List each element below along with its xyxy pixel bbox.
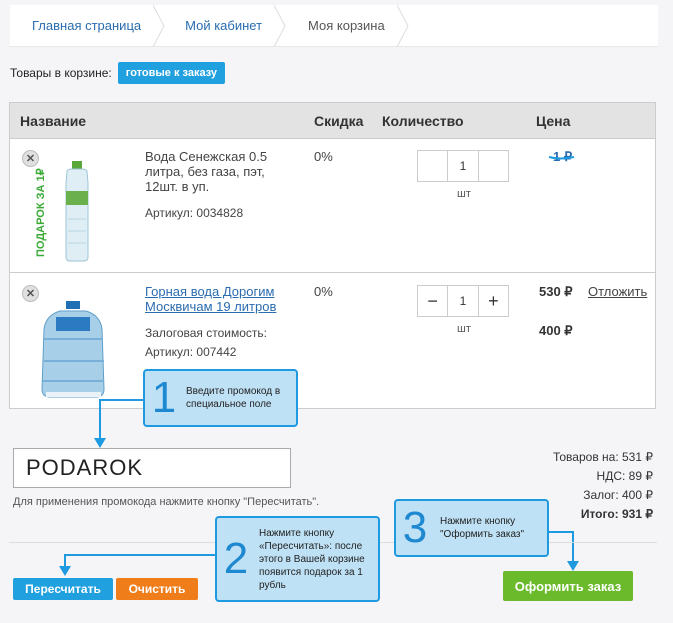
- breadcrumb-separator: [153, 4, 165, 47]
- quantity-unit: шт: [457, 323, 471, 335]
- water-bottle-image: ПОДАРОК ЗА 1₽: [35, 161, 89, 262]
- promo-hint: Для применения промокода нажмите кнопку …: [13, 496, 320, 508]
- callout-text: Введите промокод в специальное поле: [186, 386, 281, 410]
- gift-label: ПОДАРОК ЗА 1₽: [35, 168, 47, 257]
- product-price: 1 ₽: [553, 149, 573, 164]
- breadcrumb-cabinet-label[interactable]: Мой кабинет: [185, 18, 262, 33]
- quantity-plus-button[interactable]: +: [479, 286, 508, 316]
- status-badge[interactable]: готовые к заказу: [117, 62, 226, 84]
- breadcrumb-home[interactable]: Главная страница: [10, 5, 153, 47]
- cart-table: Название Скидка Количество Цена ✕ ПОДАРО…: [9, 102, 656, 409]
- callout-text: Нажмите кнопку «Пересчитать»: после этог…: [259, 527, 365, 591]
- breadcrumb-current: Моя корзина: [286, 5, 397, 47]
- header-quantity: Количество: [382, 113, 464, 129]
- product-discount: 0%: [314, 284, 333, 299]
- cart-status-label: Товары в корзине:: [10, 66, 112, 80]
- header-name: Название: [20, 113, 87, 129]
- table-header: Название Скидка Количество Цена: [10, 103, 655, 139]
- breadcrumb-separator: [396, 4, 409, 47]
- grand-total-value: 931 ₽: [622, 507, 653, 521]
- callout-step-1: 1 Введите промокод в специальное поле: [143, 369, 298, 427]
- goods-total-value: 531 ₽: [622, 450, 653, 464]
- product-discount: 0%: [314, 149, 333, 164]
- header-price: Цена: [536, 113, 571, 129]
- callout-step-2: 2 Нажмите кнопку «Пересчитать»: после эт…: [215, 516, 380, 602]
- callout-number: 1: [151, 373, 177, 422]
- product-article: Артикул: 0034828: [145, 206, 244, 220]
- deposit-label: Залоговая стоимость:: [145, 326, 268, 340]
- quantity-stepper: 1: [417, 150, 509, 182]
- header-discount: Скидка: [314, 113, 364, 129]
- table-row: ✕ ПОДАРОК ЗА 1₽ Вода Сенежская 0.5 литра…: [10, 139, 655, 273]
- deposit-total-value: 400 ₽: [622, 488, 653, 502]
- quantity-plus-button: [479, 151, 508, 181]
- product-name: Вода Сенежская 0.5 литра, без газа, пэт,…: [145, 149, 268, 194]
- checkout-button[interactable]: Оформить заказ: [503, 571, 633, 601]
- breadcrumb-cabinet[interactable]: Мой кабинет: [165, 5, 274, 47]
- product-price: 530 ₽: [539, 284, 573, 299]
- table-row: ✕ Горная вода Дорогим Москвичам 19 литро…: [10, 274, 655, 408]
- quantity-stepper: − 1 +: [417, 285, 509, 317]
- product-article: Артикул: 007442: [145, 345, 237, 359]
- callout-number: 3: [402, 503, 428, 552]
- clear-cart-button[interactable]: Очистить: [116, 578, 198, 600]
- deposit-price: 400 ₽: [539, 323, 573, 338]
- breadcrumb-home-label[interactable]: Главная страница: [32, 18, 141, 33]
- grand-total-label: Итого:: [580, 507, 619, 521]
- vat-label: НДС:: [596, 469, 626, 483]
- defer-link[interactable]: Отложить: [588, 284, 647, 299]
- quantity-minus-button[interactable]: −: [418, 286, 449, 316]
- quantity-value[interactable]: 1: [448, 151, 479, 181]
- recalculate-button[interactable]: Пересчитать: [13, 578, 113, 600]
- quantity-minus-button: [418, 151, 449, 181]
- breadcrumb-separator: [274, 4, 286, 47]
- callout-number: 2: [223, 534, 249, 583]
- water-bottle-19l-image: [41, 301, 105, 398]
- quantity-unit: шт: [457, 188, 471, 200]
- breadcrumb: Главная страница Мой кабинет Моя корзина: [10, 4, 658, 47]
- vat-value: 89 ₽: [628, 469, 653, 483]
- order-totals: Товаров на: 531 ₽ НДС: 89 ₽ Залог: 400 ₽…: [553, 448, 653, 524]
- promo-code-input[interactable]: PODAROK: [13, 448, 291, 488]
- quantity-value[interactable]: 1: [448, 286, 479, 316]
- callout-text: Нажмите кнопку "Оформить заказ": [440, 516, 525, 540]
- deposit-total-label: Залог:: [583, 488, 619, 502]
- product-name-link[interactable]: Горная вода Дорогим Москвичам 19 литров: [145, 284, 295, 314]
- callout-step-3: 3 Нажмите кнопку "Оформить заказ": [394, 499, 549, 557]
- cart-status: Товары в корзине: готовые к заказу: [10, 62, 226, 84]
- goods-total-label: Товаров на:: [552, 450, 619, 464]
- breadcrumb-current-label: Моя корзина: [308, 18, 385, 33]
